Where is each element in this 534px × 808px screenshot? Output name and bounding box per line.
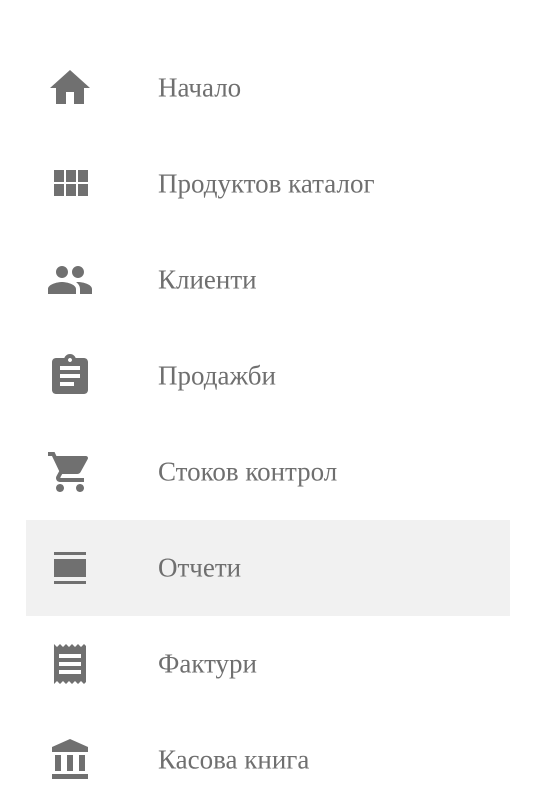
receipt-icon <box>46 640 94 688</box>
menu-item-label: Начало <box>158 72 242 103</box>
menu-item-label: Отчети <box>158 552 242 583</box>
side-menu: Начало Продуктов каталог Клиенти Продажб… <box>26 40 510 808</box>
menu-item-sales[interactable]: Продажби <box>26 328 510 424</box>
menu-item-home[interactable]: Начало <box>26 40 510 136</box>
cart-icon <box>46 448 94 496</box>
menu-item-label: Касова книга <box>158 744 310 775</box>
menu-item-label: Клиенти <box>158 264 257 295</box>
menu-item-label: Стоков контрол <box>158 456 338 487</box>
home-icon <box>46 64 94 112</box>
menu-item-clients[interactable]: Клиенти <box>26 232 510 328</box>
menu-item-invoices[interactable]: Фактури <box>26 616 510 712</box>
menu-item-reports[interactable]: Отчети <box>26 520 510 616</box>
menu-item-label: Продуктов каталог <box>158 168 375 199</box>
clipboard-icon <box>46 352 94 400</box>
bank-icon <box>46 736 94 784</box>
menu-item-product-catalog[interactable]: Продуктов каталог <box>26 136 510 232</box>
grid-icon <box>46 160 94 208</box>
menu-item-cash-book[interactable]: Касова книга <box>26 712 510 808</box>
people-icon <box>46 256 94 304</box>
menu-item-label: Фактури <box>158 648 257 679</box>
view-agenda-icon <box>46 544 94 592</box>
menu-item-label: Продажби <box>158 360 276 391</box>
menu-item-stock-control[interactable]: Стоков контрол <box>26 424 510 520</box>
